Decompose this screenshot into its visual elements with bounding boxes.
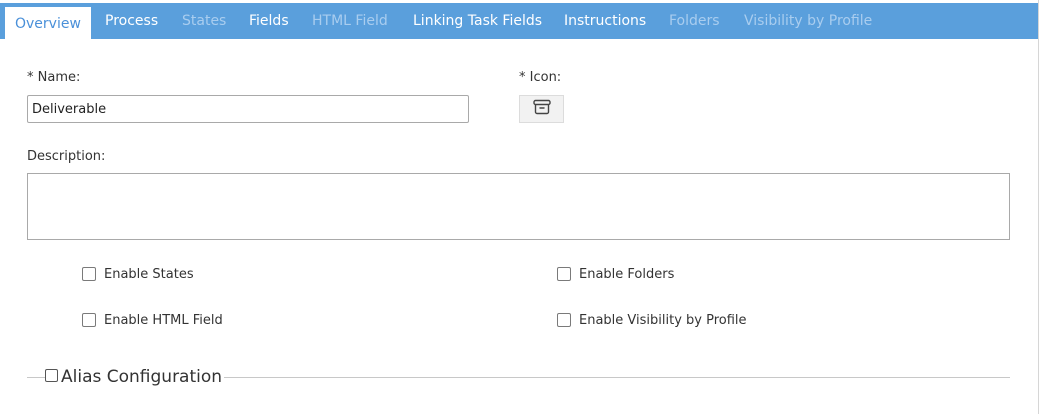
- description-label: Description:: [27, 149, 106, 164]
- enable-visibility-checkbox[interactable]: [557, 313, 571, 327]
- icon-picker-button[interactable]: [519, 95, 564, 123]
- enable-visibility-label: Enable Visibility by Profile: [579, 312, 747, 328]
- alias-configuration-label: Alias Configuration: [61, 367, 223, 387]
- tab-overview[interactable]: Overview: [5, 7, 91, 44]
- name-input[interactable]: [27, 95, 469, 123]
- tab-visibility-by-profile: Visibility by Profile: [744, 13, 873, 29]
- enable-states-option[interactable]: Enable States: [82, 265, 194, 283]
- tab-bar: Overview Process States Fields HTML Fiel…: [0, 3, 1039, 44]
- tab-states: States: [182, 13, 227, 29]
- tab-html-field: HTML Field: [312, 13, 388, 29]
- alias-fieldset-legend: Alias Configuration: [45, 366, 225, 388]
- enable-states-checkbox[interactable]: [82, 267, 96, 281]
- tab-folders: Folders: [669, 13, 720, 29]
- enable-html-field-checkbox[interactable]: [82, 313, 96, 327]
- name-label: * Name:: [27, 70, 81, 85]
- archive-box-icon: [532, 99, 551, 119]
- panel-right-border: [1038, 0, 1039, 414]
- enable-visibility-option[interactable]: Enable Visibility by Profile: [557, 311, 747, 329]
- enable-html-field-option[interactable]: Enable HTML Field: [82, 311, 223, 329]
- enable-folders-option[interactable]: Enable Folders: [557, 265, 674, 283]
- enable-states-label: Enable States: [104, 266, 194, 282]
- icon-label: * Icon:: [519, 70, 562, 85]
- enable-html-field-label: Enable HTML Field: [104, 312, 223, 328]
- tab-linking-task-fields[interactable]: Linking Task Fields: [413, 3, 542, 39]
- tab-process[interactable]: Process: [105, 3, 158, 39]
- enable-folders-label: Enable Folders: [579, 266, 675, 282]
- tab-fields[interactable]: Fields: [249, 3, 289, 39]
- type-editor-panel: Overview Process States Fields HTML Fiel…: [0, 0, 1039, 414]
- tab-instructions[interactable]: Instructions: [564, 3, 646, 39]
- enable-folders-checkbox[interactable]: [557, 267, 571, 281]
- alias-configuration-checkbox[interactable]: [45, 368, 58, 382]
- description-textarea[interactable]: [27, 173, 1010, 240]
